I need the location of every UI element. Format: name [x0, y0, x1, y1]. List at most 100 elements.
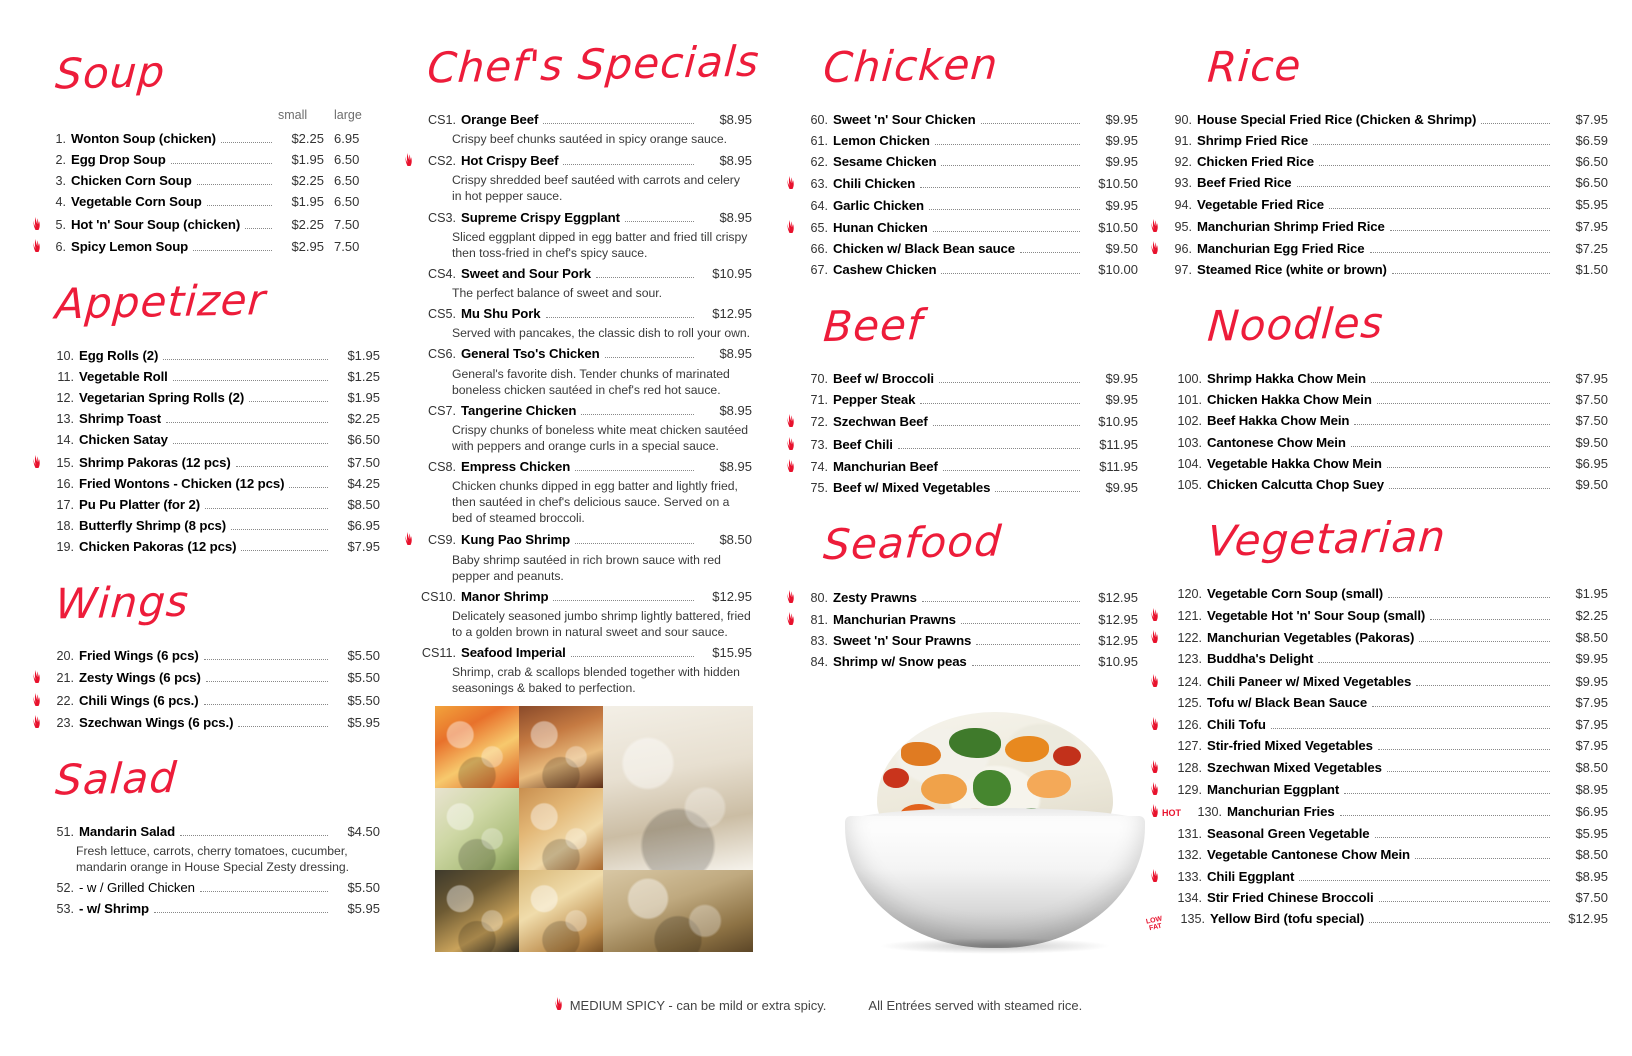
leader-dots [1313, 144, 1550, 146]
soup-item-list: 1. Wonton Soup (chicken) $2.25 6.95 2. Egg Dr… [28, 129, 380, 257]
menu-item-description: Crispy shredded beef sautéed with carrot… [452, 173, 740, 204]
menu-item-name: Vegetable Hakka Chow Mein [1207, 455, 1382, 471]
leader-dots [206, 205, 272, 207]
menu-item-name: Shrimp w/ Snow peas [833, 654, 967, 670]
menu-item-row: 20. Fried Wings (6 pcs) $5.50 [28, 646, 380, 666]
leader-dots [220, 142, 272, 143]
leader-dots [921, 600, 1080, 602]
menu-item-name: Sesame Chicken [833, 154, 937, 170]
menu-item-row: 132. Vegetable Cantonese Chow Mein $8.50 [1146, 845, 1608, 865]
menu-item-row: 92. Chicken Fried Rice $6.50 [1146, 152, 1608, 172]
menu-item-number: 4. [55, 195, 66, 210]
menu-item-name: Stir Fried Chinese Broccoli [1207, 889, 1374, 905]
chili-icon [28, 714, 44, 729]
menu-item-name: Lemon Chicken [833, 133, 930, 149]
menu-item-price: $2.25 [291, 216, 324, 232]
menu-item-row: 65. Hunan Chicken $10.50 [782, 217, 1138, 238]
menu-item-price: $5.50 [347, 692, 380, 708]
menu-item-price: $8.50 [719, 532, 752, 548]
menu-item-number: 3. [55, 174, 66, 189]
menu-item-price-large: 6.95 [334, 131, 360, 146]
menu-item-price: $10.95 [1098, 654, 1138, 670]
menu-item-price: $8.95 [719, 153, 752, 169]
menu-item-row: HOT 130. Manchurian Fries $6.95 [1146, 801, 1608, 822]
menu-item-name: Chili Chicken [833, 176, 916, 192]
leader-dots [980, 123, 1080, 124]
menu-item-price: $7.50 [347, 454, 380, 470]
column-left: Soup small large 1. Wonton Soup (chicken)… [28, 0, 380, 920]
photo-roast-pork [519, 706, 603, 788]
chili-icon [782, 413, 798, 428]
menu-item-price: $8.95 [719, 402, 752, 418]
menu-item-row: 122. Manchurian Vegetables (Pakoras) $8.50 [1146, 627, 1608, 648]
menu-item-name: Chili Tofu [1207, 716, 1266, 732]
menu-item-price: $10.50 [1098, 176, 1138, 192]
menu-item-name: Egg Rolls (2) [79, 347, 159, 363]
menu-item-row: 14. Chicken Satay $6.50 [28, 430, 380, 450]
menu-item-number: 97. [1174, 262, 1192, 277]
menu-item-row: 131. Seasonal Green Vegetable $5.95 [1146, 824, 1608, 844]
leader-dots [1371, 382, 1550, 384]
leader-dots [624, 220, 694, 222]
leader-dots [581, 413, 694, 415]
menu-item-number: 21. [56, 671, 74, 686]
menu-item-name: Cashew Chicken [833, 261, 937, 277]
menu-item-row: CS8. Empress Chicken $8.95 [400, 457, 752, 477]
menu-item-price: $9.50 [1575, 434, 1608, 450]
menu-item-price: $4.50 [347, 823, 380, 839]
menu-item-name: Szechwan Beef [833, 414, 928, 430]
menu-item-name: - w / Grilled Chicken [79, 880, 195, 896]
menu-item-row: 51. Mandarin Salad $4.50 [28, 822, 380, 842]
leader-dots [604, 357, 694, 359]
leader-dots [180, 834, 328, 836]
menu-item-row: 105. Chicken Calcutta Chop Suey $9.50 [1146, 475, 1608, 495]
menu-item-row: 80. Zesty Prawns $12.95 [782, 587, 1138, 608]
menu-item-row: 5. Hot 'n' Sour Soup (chicken) $2.25 7.50 [28, 214, 380, 235]
menu-item-price: $1.50 [1575, 261, 1608, 277]
menu-item-row: 133. Chili Eggplant $8.95 [1146, 866, 1608, 887]
leader-dots [203, 659, 328, 661]
menu-item-number: 135. [1180, 912, 1205, 927]
menu-item-name: Sweet 'n' Sour Prawns [833, 633, 972, 649]
menu-item-row: LOW FAT 135. Yellow Bird (tofu special) $12.… [1145, 909, 1608, 932]
menu-item-price: $1.25 [347, 368, 380, 384]
leader-dots [897, 447, 1080, 449]
menu-item-row: 73. Beef Chili $11.95 [782, 434, 1138, 455]
menu-item-number: 102. [1177, 414, 1202, 429]
bowl-base [845, 816, 1145, 948]
photo-dim-sum-steamer [603, 870, 753, 952]
menu-item-price-large: 7.50 [334, 216, 360, 232]
menu-item-number: 71. [810, 393, 828, 408]
menu-item-name: Mandarin Salad [79, 823, 176, 839]
menu-item-price: $4.25 [347, 475, 380, 491]
menu-item-number: 16. [56, 476, 74, 491]
menu-item-row: 1. Wonton Soup (chicken) $2.25 6.95 [28, 129, 380, 149]
menu-item-name: Manchurian Prawns [833, 612, 956, 628]
menu-item-name: Szechwan Wings (6 pcs.) [79, 714, 234, 730]
menu-item-price: $12.95 [712, 588, 752, 604]
menu-item-number: 125. [1177, 695, 1202, 710]
leader-dots [971, 665, 1080, 667]
menu-item-price: $5.50 [347, 880, 380, 896]
menu-item-number: 62. [810, 155, 828, 170]
menu-item-name: Manchurian Fries [1227, 804, 1335, 820]
menu-item-number: 23. [56, 715, 74, 730]
footer-note: MEDIUM SPICY - can be mild or extra spic… [0, 996, 1632, 1014]
menu-item-name: Butterfly Shrimp (8 pcs) [79, 517, 227, 533]
low-fat-badge: LOW FAT [1145, 915, 1163, 932]
menu-item-row: 16. Fried Wontons - Chicken (12 pcs) $4.25 [28, 474, 380, 494]
menu-item-number: 17. [56, 497, 74, 512]
leader-dots [1377, 748, 1550, 750]
soup-header-small: small [278, 108, 308, 122]
menu-item-price: $12.95 [1098, 612, 1138, 628]
menu-item-row: 127. Stir-fried Mixed Vegetables $7.95 [1146, 736, 1608, 756]
menu-item-price: $12.95 [1098, 589, 1138, 605]
chili-icon [1146, 716, 1162, 731]
leader-dots [941, 272, 1080, 274]
leader-dots [976, 644, 1080, 646]
menu-item-price: $10.50 [1098, 219, 1138, 235]
menu-item-number: 100. [1177, 372, 1202, 387]
menu-item-number: 64. [810, 198, 828, 213]
menu-item-row: 22. Chili Wings (6 pcs.) $5.50 [28, 690, 380, 711]
leader-dots [1369, 251, 1550, 253]
